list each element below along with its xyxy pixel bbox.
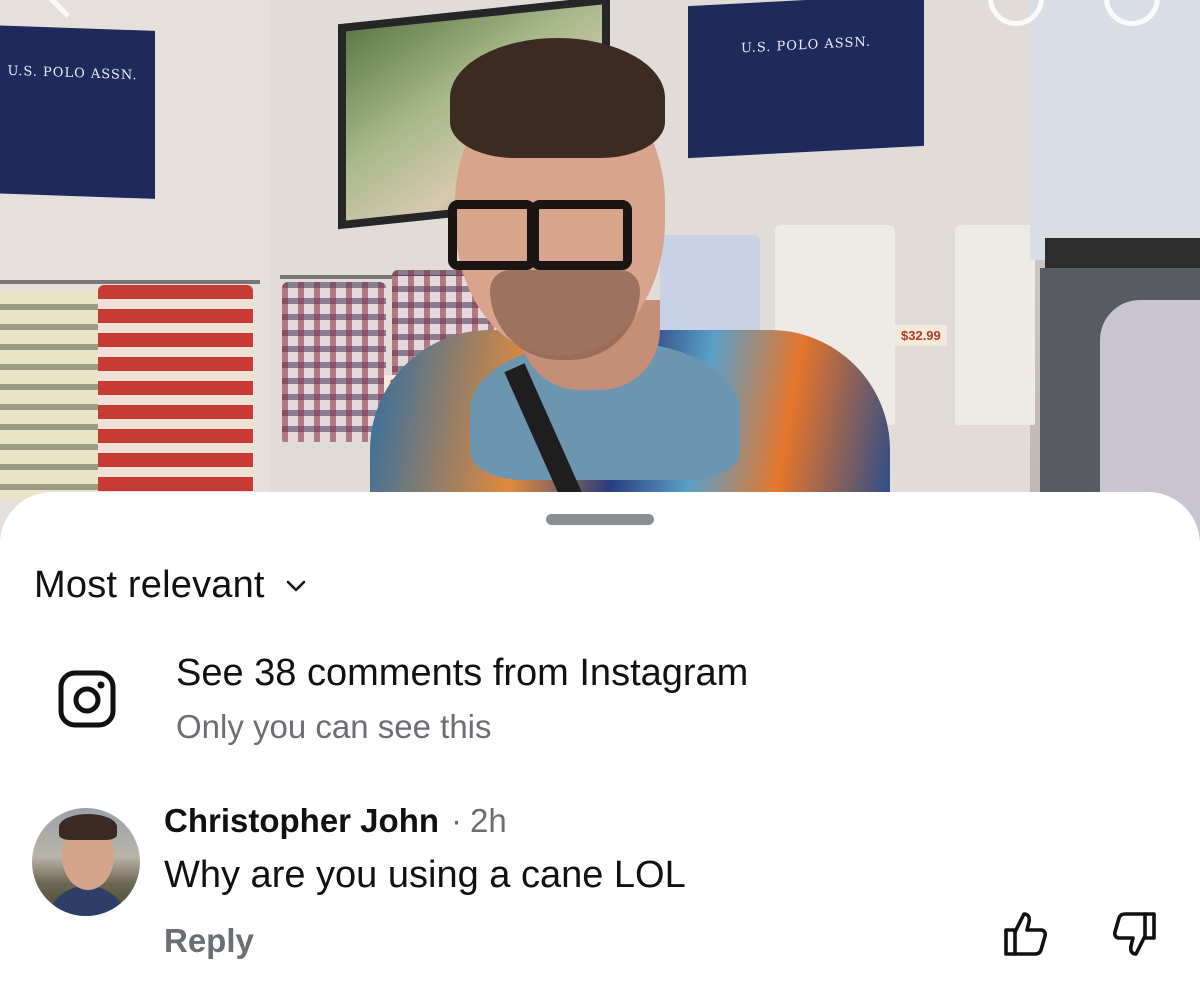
mannequin-shirt [1030,0,1200,260]
instagram-comments-link[interactable]: See 38 comments from Instagram Only you … [0,642,1200,752]
glasses-left-lens [448,200,536,270]
avatar-shirt [46,886,128,916]
shirt-striped-red [98,285,253,500]
shirt-plaid [282,282,386,442]
comment-item: Christopher John · 2h Why are you using … [0,802,1200,1002]
meta-separator: · [451,802,463,839]
person-hair [450,38,665,158]
avatar[interactable] [32,808,140,916]
back-arrow-icon[interactable] [40,0,80,20]
drag-handle[interactable] [546,514,654,525]
store-sign-left: U.S. POLO ASSN. [0,25,155,199]
comments-sheet: Most relevant See 38 comments from Insta… [0,492,1200,1008]
comment-timestamp: 2h [470,802,507,839]
instagram-comments-title: See 38 comments from Instagram [176,652,749,694]
chevron-down-icon [286,580,306,591]
glasses-right-lens [530,200,632,270]
thumbs-down-icon[interactable] [1108,908,1160,960]
instagram-icon [58,670,116,728]
sort-label: Most relevant [34,564,265,606]
shirt-white [955,225,1035,425]
clothing-rack-left [0,280,260,284]
price-tag-right: $32.99 [895,325,947,346]
video-frame[interactable]: U.S. POLO ASSN. U.S. POLO ASSN. $32 $32.… [0,0,1200,540]
comment-text: Why are you using a cane LOL [164,854,686,896]
store-sign-left-text: U.S. POLO ASSN. [7,63,138,84]
avatar-hair [59,814,117,840]
sort-dropdown[interactable]: Most relevant [34,564,307,607]
comment-meta: Christopher John · 2h [164,802,507,840]
thumbs-up-icon[interactable] [1000,908,1052,960]
reply-button[interactable]: Reply [164,922,254,960]
comment-author[interactable]: Christopher John [164,802,439,840]
store-sign-right-text: U.S. POLO ASSN. [740,34,872,57]
mannequin-belt [1045,238,1200,268]
store-sign-right: U.S. POLO ASSN. [688,0,924,159]
instagram-comments-subtitle: Only you can see this [176,708,492,745]
